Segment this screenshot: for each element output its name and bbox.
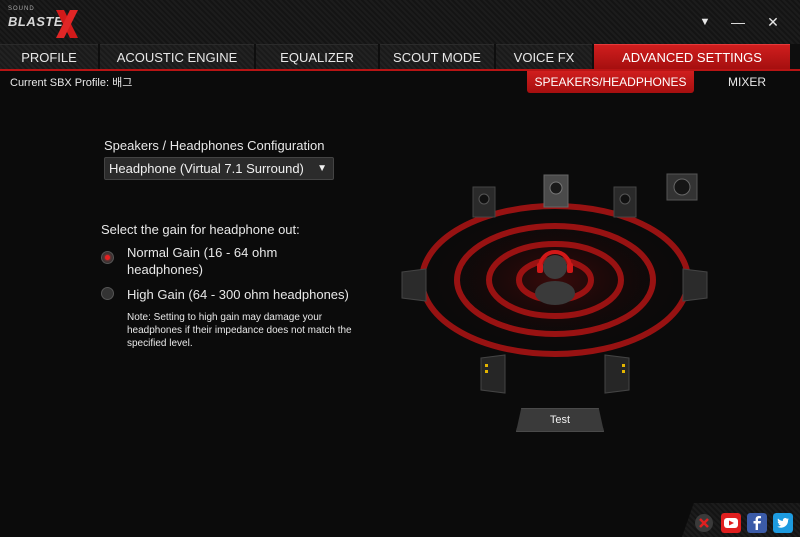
radio-normal-gain[interactable]: Normal Gain (16 - 64 ohm headphones) <box>101 244 321 280</box>
gain-warning-note: Note: Setting to high gain may damage yo… <box>127 312 352 349</box>
tab-acoustic-engine[interactable]: ACOUSTIC ENGINE <box>100 44 254 69</box>
subwoofer-icon[interactable] <box>666 173 698 201</box>
radio-high-gain-indicator[interactable] <box>101 287 114 300</box>
creative-icon[interactable] <box>694 513 714 533</box>
current-profile-label: Current SBX Profile: 배그 <box>10 77 133 89</box>
radio-high-gain[interactable]: High Gain (64 - 300 ohm headphones) <box>101 286 361 304</box>
tab-equalizer[interactable]: EQUALIZER <box>256 44 378 69</box>
speaker-rear-left-icon[interactable] <box>479 354 507 394</box>
twitter-icon[interactable] <box>773 513 793 533</box>
main-tabs: PROFILE ACOUSTIC ENGINE EQUALIZER SCOUT … <box>0 44 800 69</box>
sound-blasterx-logo: SOUND BLASTER <box>8 6 80 40</box>
subtab-mixer[interactable]: MIXER <box>712 71 782 93</box>
close-button[interactable]: ✕ <box>762 12 784 32</box>
tab-scout-mode[interactable]: SCOUT MODE <box>380 44 494 69</box>
radio-normal-gain-indicator[interactable] <box>101 251 114 264</box>
social-links <box>682 503 800 537</box>
dropdown-menu-button[interactable]: ▼ <box>694 12 716 32</box>
gain-label: Select the gain for headphone out: <box>101 222 300 237</box>
facebook-icon[interactable] <box>747 513 767 533</box>
test-button[interactable]: Test <box>516 408 604 432</box>
speaker-rear-right-icon[interactable] <box>603 354 631 394</box>
speaker-center-icon[interactable] <box>543 174 569 208</box>
speaker-side-left-icon[interactable] <box>400 268 428 302</box>
normal-gain-line1: Normal Gain (16 - 64 ohm <box>127 245 278 260</box>
logo-small-text: SOUND <box>8 6 35 12</box>
config-dropdown[interactable]: Headphone (Virtual 7.1 Surround) ▼ <box>104 157 334 180</box>
normal-gain-line2: headphones) <box>127 262 203 277</box>
high-gain-label: High Gain (64 - 300 ohm headphones) <box>127 287 349 302</box>
minimize-button[interactable]: — <box>727 12 749 32</box>
speaker-side-right-icon[interactable] <box>681 268 709 302</box>
tab-voice-fx[interactable]: VOICE FX <box>496 44 592 69</box>
chevron-down-icon: ▼ <box>317 163 327 174</box>
youtube-icon[interactable] <box>721 513 741 533</box>
x-logo-icon <box>56 10 78 38</box>
speaker-front-left-icon[interactable] <box>472 186 496 218</box>
title-bar: SOUND BLASTER ▼ — ✕ <box>0 0 800 44</box>
subtab-speakers-headphones[interactable]: SPEAKERS/HEADPHONES <box>527 71 694 93</box>
config-selected-value: Headphone (Virtual 7.1 Surround) <box>109 161 304 176</box>
tab-profile[interactable]: PROFILE <box>0 44 98 69</box>
speaker-front-right-icon[interactable] <box>613 186 637 218</box>
config-label: Speakers / Headphones Configuration <box>104 138 325 153</box>
tab-advanced-settings[interactable]: ADVANCED SETTINGS <box>594 44 790 69</box>
